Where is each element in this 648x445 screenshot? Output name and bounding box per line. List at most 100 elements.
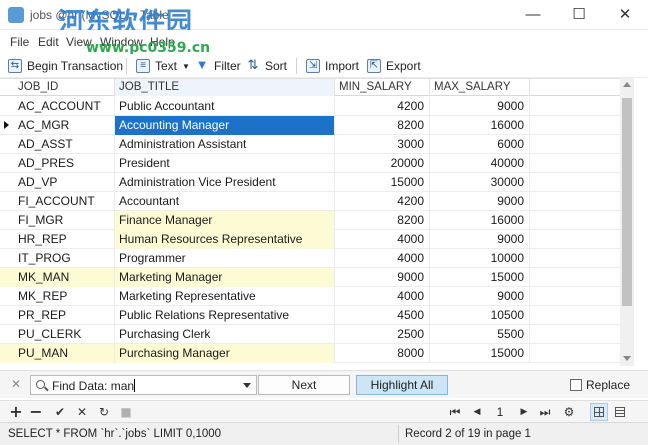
- prev-page-icon[interactable]: ◀: [470, 404, 484, 420]
- find-history-dropdown-icon[interactable]: [243, 383, 251, 388]
- scroll-up-icon[interactable]: [623, 82, 631, 87]
- cell-max-salary[interactable]: 9000: [430, 97, 530, 116]
- cell-job-title[interactable]: Administration Assistant: [115, 135, 335, 154]
- cell-job-title[interactable]: Accountant: [115, 192, 335, 211]
- table-row[interactable]: AC_MGR Accounting Manager 8200 16000: [0, 116, 620, 135]
- cell-job-id[interactable]: AC_MGR: [0, 116, 115, 135]
- export-button[interactable]: ⇱ Export: [367, 57, 421, 75]
- page-number[interactable]: 1: [490, 404, 510, 420]
- table-row[interactable]: PU_MAN Purchasing Manager 8000 15000: [0, 344, 620, 363]
- scroll-down-icon[interactable]: [623, 356, 631, 361]
- settings-icon[interactable]: ⚙: [562, 404, 576, 420]
- text-button[interactable]: ≡ Text ▼: [136, 57, 190, 75]
- cell-job-title[interactable]: Programmer: [115, 249, 335, 268]
- cell-min-salary[interactable]: 9000: [335, 268, 430, 287]
- cell-job-id[interactable]: MK_REP: [0, 287, 115, 306]
- cell-max-salary[interactable]: 15000: [430, 344, 530, 363]
- table-row[interactable]: AD_PRES President 20000 40000: [0, 154, 620, 173]
- menu-edit[interactable]: Edit: [38, 35, 59, 49]
- table-row[interactable]: FI_MGR Finance Manager 8200 16000: [0, 211, 620, 230]
- cell-max-salary[interactable]: 40000: [430, 154, 530, 173]
- cell-max-salary[interactable]: 9000: [430, 287, 530, 306]
- cell-max-salary[interactable]: 10500: [430, 306, 530, 325]
- table-row[interactable]: AD_ASST Administration Assistant 3000 6000: [0, 135, 620, 154]
- cell-job-title[interactable]: Public Relations Representative: [115, 306, 335, 325]
- cell-job-id[interactable]: HR_REP: [0, 230, 115, 249]
- cell-job-title[interactable]: Accounting Manager: [115, 116, 335, 135]
- cell-max-salary[interactable]: 15000: [430, 268, 530, 287]
- cell-min-salary[interactable]: 4200: [335, 192, 430, 211]
- first-page-icon[interactable]: ⏮: [448, 404, 462, 420]
- cell-min-salary[interactable]: 15000: [335, 173, 430, 192]
- cell-min-salary[interactable]: 4000: [335, 249, 430, 268]
- minimize-button[interactable]: —: [510, 0, 556, 30]
- apply-changes-icon[interactable]: ✔: [53, 404, 67, 420]
- column-header-job-id[interactable]: JOB_ID: [0, 79, 115, 96]
- stop-icon[interactable]: ■: [119, 404, 133, 420]
- column-header-job-title[interactable]: JOB_TITLE: [115, 79, 335, 96]
- maximize-button[interactable]: ☐: [556, 0, 602, 30]
- cell-job-id[interactable]: FI_ACCOUNT: [0, 192, 115, 211]
- cell-job-title[interactable]: Marketing Representative: [115, 287, 335, 306]
- cell-job-id[interactable]: AC_ACCOUNT: [0, 97, 115, 116]
- find-next-button[interactable]: Next: [258, 375, 350, 395]
- discard-changes-icon[interactable]: ✕: [75, 404, 89, 420]
- grid-view-button[interactable]: [590, 403, 608, 421]
- close-find-icon[interactable]: ✕: [11, 377, 21, 391]
- cell-job-title[interactable]: Marketing Manager: [115, 268, 335, 287]
- cell-min-salary[interactable]: 20000: [335, 154, 430, 173]
- cell-max-salary[interactable]: 5500: [430, 325, 530, 344]
- cell-job-title[interactable]: Finance Manager: [115, 211, 335, 230]
- highlight-all-button[interactable]: Highlight All: [356, 375, 448, 395]
- vertical-scrollbar[interactable]: [620, 78, 634, 366]
- cell-max-salary[interactable]: 30000: [430, 173, 530, 192]
- replace-checkbox[interactable]: [570, 379, 582, 391]
- add-record-icon[interactable]: +: [9, 404, 23, 420]
- table-row[interactable]: FI_ACCOUNT Accountant 4200 9000: [0, 192, 620, 211]
- cell-job-id[interactable]: PU_CLERK: [0, 325, 115, 344]
- cell-max-salary[interactable]: 16000: [430, 211, 530, 230]
- cell-job-title[interactable]: Human Resources Representative: [115, 230, 335, 249]
- cell-max-salary[interactable]: 9000: [430, 230, 530, 249]
- cell-job-id[interactable]: IT_PROG: [0, 249, 115, 268]
- cell-max-salary[interactable]: 16000: [430, 116, 530, 135]
- table-row[interactable]: PU_CLERK Purchasing Clerk 2500 5500: [0, 325, 620, 344]
- next-page-icon[interactable]: ▶: [517, 404, 531, 420]
- table-row[interactable]: PR_REP Public Relations Representative 450…: [0, 306, 620, 325]
- scroll-thumb[interactable]: [622, 98, 632, 306]
- cell-max-salary[interactable]: 10000: [430, 249, 530, 268]
- cell-job-title[interactable]: Purchasing Manager: [115, 344, 335, 363]
- cell-min-salary[interactable]: 8200: [335, 211, 430, 230]
- cell-min-salary[interactable]: 4000: [335, 287, 430, 306]
- table-row[interactable]: MK_REP Marketing Representative 4000 9000: [0, 287, 620, 306]
- replace-toggle[interactable]: Replace: [570, 378, 630, 392]
- form-view-button[interactable]: [611, 403, 629, 421]
- cell-job-id[interactable]: AD_PRES: [0, 154, 115, 173]
- cell-job-id[interactable]: MK_MAN: [0, 268, 115, 287]
- cell-min-salary[interactable]: 8000: [335, 344, 430, 363]
- last-page-icon[interactable]: ⏭: [538, 404, 552, 420]
- cell-max-salary[interactable]: 9000: [430, 192, 530, 211]
- cell-job-id[interactable]: AD_VP: [0, 173, 115, 192]
- cell-job-title[interactable]: Public Accountant: [115, 97, 335, 116]
- cell-job-title[interactable]: President: [115, 154, 335, 173]
- cell-min-salary[interactable]: 4200: [335, 97, 430, 116]
- cell-min-salary[interactable]: 3000: [335, 135, 430, 154]
- column-header-max-salary[interactable]: MAX_SALARY: [430, 79, 530, 96]
- cell-job-id[interactable]: PR_REP: [0, 306, 115, 325]
- delete-record-icon[interactable]: −: [29, 404, 43, 420]
- table-row[interactable]: AC_ACCOUNT Public Accountant 4200 9000: [0, 97, 620, 116]
- cell-min-salary[interactable]: 4500: [335, 306, 430, 325]
- cell-job-id[interactable]: AD_ASST: [0, 135, 115, 154]
- cell-max-salary[interactable]: 6000: [430, 135, 530, 154]
- find-input[interactable]: Find Data: man: [30, 375, 257, 395]
- table-row[interactable]: AD_VP Administration Vice President 15000 3…: [0, 173, 620, 192]
- refresh-icon[interactable]: ↻: [97, 404, 111, 420]
- table-row[interactable]: MK_MAN Marketing Manager 9000 15000: [0, 268, 620, 287]
- cell-min-salary[interactable]: 2500: [335, 325, 430, 344]
- table-row[interactable]: HR_REP Human Resources Representative 4000…: [0, 230, 620, 249]
- begin-transaction-button[interactable]: ⇆ Begin Transaction: [8, 57, 123, 75]
- cell-job-id[interactable]: PU_MAN: [0, 344, 115, 363]
- import-button[interactable]: ⇲ Import: [306, 57, 359, 75]
- close-button[interactable]: ✕: [602, 0, 648, 30]
